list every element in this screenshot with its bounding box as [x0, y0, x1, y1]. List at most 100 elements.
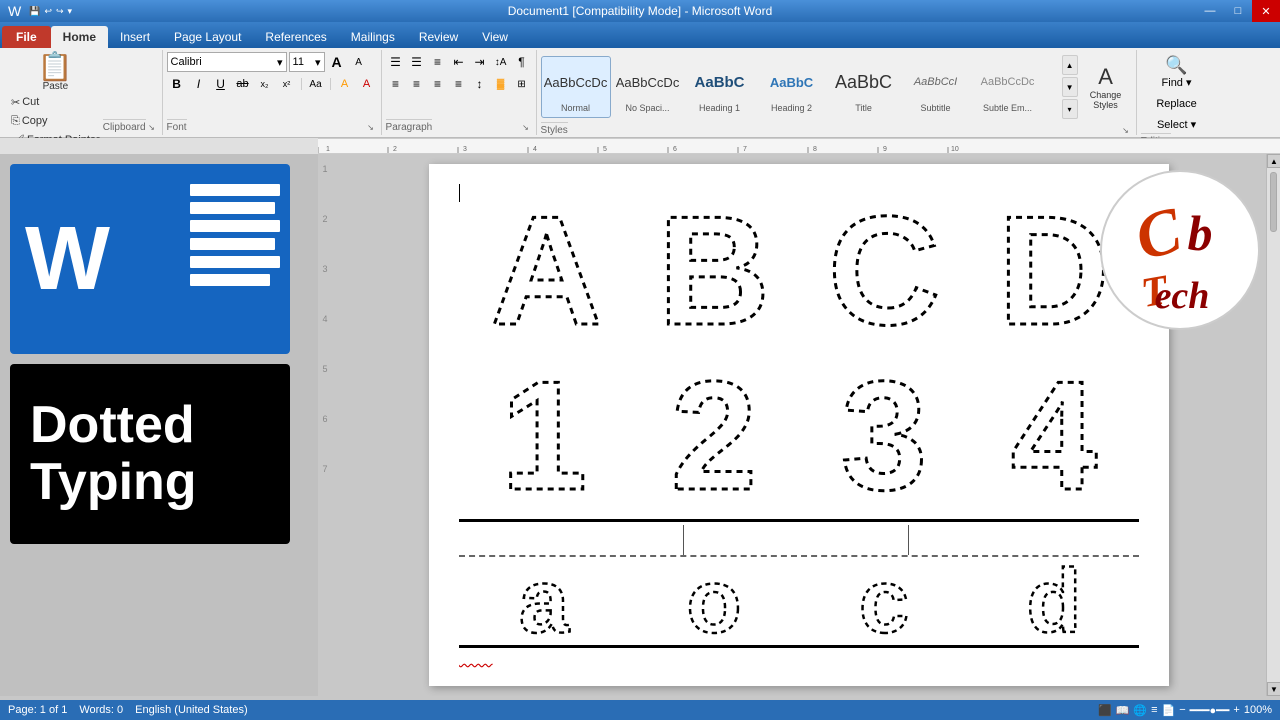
clipboard-group-label: Clipboard [103, 119, 146, 133]
decrease-indent-button[interactable]: ⇤ [449, 52, 469, 72]
styles-expand-button[interactable]: ▾ [1062, 99, 1078, 119]
copy-icon: ⎘ [11, 115, 20, 128]
style-title[interactable]: AaBbC Title [829, 56, 899, 118]
strikethrough-button[interactable]: ab [233, 74, 253, 94]
sort-button[interactable]: ↕A [491, 52, 511, 72]
font-shrink-button[interactable]: A [349, 52, 369, 72]
zoom-in[interactable]: + [1233, 704, 1239, 716]
replace-button[interactable]: Replace [1152, 96, 1200, 112]
page-marker-6: 6 [322, 414, 327, 424]
tab-page-layout[interactable]: Page Layout [162, 26, 253, 48]
tab-mailings[interactable]: Mailings [339, 26, 407, 48]
font-group-label: Font [167, 119, 187, 133]
font-grow-button[interactable]: A [327, 52, 347, 72]
view-outline[interactable]: ≡ [1151, 704, 1157, 716]
subscript-button[interactable]: x₂ [255, 74, 275, 94]
tab-review[interactable]: Review [407, 26, 470, 48]
zoom-out[interactable]: − [1179, 704, 1185, 716]
bold-button[interactable]: B [167, 74, 187, 94]
font-size-dropdown[interactable]: 11▾ [289, 52, 325, 72]
tab-file[interactable]: File [2, 26, 51, 48]
style-normal[interactable]: AaBbCcDc Normal [541, 56, 611, 118]
align-right-button[interactable]: ≡ [428, 74, 448, 94]
text-cursor [459, 184, 460, 202]
page-marker-2: 2 [322, 214, 327, 224]
maximize-button[interactable]: □ [1224, 0, 1252, 22]
style-no-spacing[interactable]: AaBbCcDc No Spaci... [613, 56, 683, 118]
scroll-thumb[interactable] [1270, 172, 1277, 232]
style-heading1[interactable]: AaBbC Heading 1 [685, 56, 755, 118]
multilevel-button[interactable]: ≡ [428, 52, 448, 72]
style-subtitle[interactable]: AaBbCcI Subtitle [901, 56, 971, 118]
svg-text:9: 9 [883, 146, 887, 153]
copy-button[interactable]: ⎘ Copy [8, 112, 103, 130]
scroll-up-arrow[interactable]: ▲ [1267, 154, 1280, 168]
view-draft[interactable]: 📄 [1162, 704, 1176, 717]
font-color-button[interactable]: A [357, 74, 377, 94]
borders-button[interactable]: ⊞ [512, 74, 532, 94]
line-spacing-button[interactable]: ↕ [470, 74, 490, 94]
show-formatting-button[interactable]: ¶ [512, 52, 532, 72]
font-expand-button[interactable]: ↘ [365, 121, 377, 133]
svg-text:a: a [519, 552, 570, 642]
change-case-button[interactable]: Aa [306, 74, 326, 94]
tab-insert[interactable]: Insert [108, 26, 162, 48]
page-marker-1: 1 [322, 164, 327, 174]
change-styles-icon: A [1098, 64, 1113, 90]
align-center-button[interactable]: ≡ [407, 74, 427, 94]
clipboard-expand-button[interactable]: ↘ [146, 121, 158, 133]
styles-expand-dialog-button[interactable]: ↘ [1120, 124, 1132, 136]
underline-button[interactable]: U [211, 74, 231, 94]
svg-text:b: b [1188, 205, 1213, 261]
style-normal-label: Normal [561, 103, 590, 113]
quick-undo-icon[interactable]: ↩ [44, 6, 52, 17]
view-web[interactable]: 🌐 [1133, 704, 1147, 717]
styles-scroll-up-button[interactable]: ▲ [1062, 55, 1078, 75]
font-name-dropdown[interactable]: Calibri▾ [167, 52, 287, 72]
style-no-spacing-preview: AaBbCcDc [616, 61, 680, 103]
quick-redo-icon[interactable]: ↪ [56, 6, 64, 17]
paste-button[interactable]: 📋 Paste [33, 52, 77, 93]
tab-references[interactable]: References [253, 26, 338, 48]
svg-text:5: 5 [603, 146, 607, 153]
minimize-button[interactable]: — [1196, 0, 1224, 22]
increase-indent-button[interactable]: ⇥ [470, 52, 490, 72]
paragraph-expand-button[interactable]: ↘ [520, 121, 532, 133]
page-marker-4: 4 [322, 314, 327, 324]
quick-dropdown-icon[interactable]: ▾ [68, 6, 73, 17]
numbering-button[interactable]: ☰ [407, 52, 427, 72]
tab-view[interactable]: View [470, 26, 520, 48]
view-print-layout[interactable]: ⬛ [1098, 704, 1112, 717]
align-left-button[interactable]: ≡ [386, 74, 406, 94]
italic-button[interactable]: I [189, 74, 209, 94]
style-subtle-em[interactable]: AaBbCcDc Subtle Em... [973, 56, 1043, 118]
svg-text:B: B [658, 184, 770, 339]
find-icon: 🔍 [1165, 55, 1187, 76]
tab-home[interactable]: Home [51, 26, 108, 48]
superscript-button[interactable]: x² [277, 74, 297, 94]
quick-save-icon[interactable]: 💾 [29, 6, 40, 17]
bullets-button[interactable]: ☰ [386, 52, 406, 72]
numbers-row-2: 1 2 3 4 [459, 349, 1139, 504]
svg-text:2: 2 [393, 146, 397, 153]
svg-text:3: 3 [463, 146, 467, 153]
justify-button[interactable]: ≡ [449, 74, 469, 94]
svg-text:4: 4 [533, 146, 537, 153]
change-styles-button[interactable]: A Change Styles [1080, 52, 1132, 122]
styles-scroll-down-button[interactable]: ▼ [1062, 77, 1078, 97]
select-button[interactable]: Select ▾ [1153, 116, 1200, 133]
cut-button[interactable]: ✂ Cut [8, 93, 103, 111]
find-button[interactable]: 🔍 Find ▾ [1156, 52, 1198, 92]
view-full-reading[interactable]: 📖 [1116, 704, 1130, 717]
page-marker-7: 7 [322, 464, 327, 474]
close-button[interactable]: ✕ [1252, 0, 1280, 22]
page-info: Page: 1 of 1 [8, 704, 67, 716]
spell-check-underline: ........... [459, 653, 493, 665]
style-heading2[interactable]: AaBbC Heading 2 [757, 56, 827, 118]
highlight-button[interactable]: A [335, 74, 355, 94]
cb-tech-logo-container: C b T ech [1100, 170, 1270, 340]
scroll-down-arrow[interactable]: ▼ [1267, 682, 1280, 696]
document-area[interactable]: A B C D 1 2 [429, 164, 1169, 686]
zoom-slider[interactable]: ━━━●━━ [1190, 704, 1230, 717]
shading-button[interactable]: ▓ [491, 74, 511, 94]
